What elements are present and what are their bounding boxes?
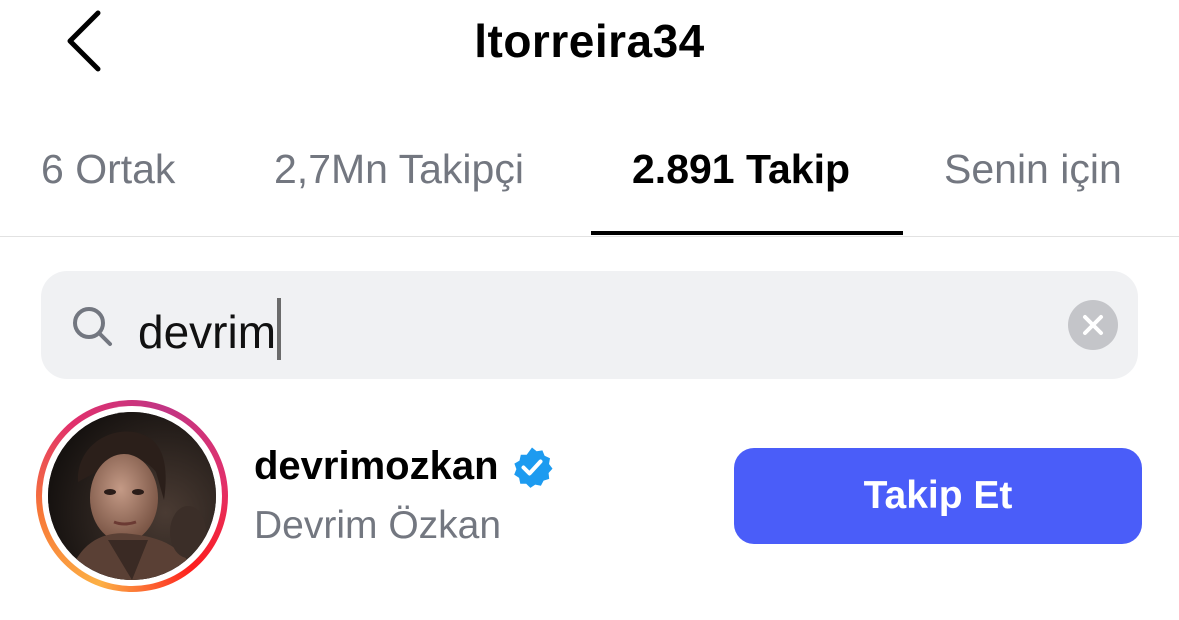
text-caret xyxy=(277,298,282,360)
page-title: ltorreira34 xyxy=(474,15,705,67)
username-link[interactable]: devrimozkan xyxy=(254,444,553,489)
tab-mutual[interactable]: 6 Ortak xyxy=(41,146,175,193)
avatar xyxy=(48,412,216,580)
header-bar: ltorreira34 xyxy=(0,0,1179,90)
close-icon xyxy=(1083,315,1103,335)
active-tab-indicator xyxy=(591,231,903,235)
user-list-item[interactable]: devrimozkan Devrim Özkan Takip Et xyxy=(0,396,1179,596)
verified-badge-icon xyxy=(513,447,553,488)
tab-following[interactable]: 2.891 Takip xyxy=(632,146,850,193)
username: devrimozkan xyxy=(254,444,499,488)
tab-followers[interactable]: 2,7Mn Takipçi xyxy=(274,146,524,193)
clear-search-button[interactable] xyxy=(1068,300,1118,350)
full-name: Devrim Özkan xyxy=(254,504,502,547)
tab-for-you[interactable]: Senin için xyxy=(944,146,1122,193)
search-bar[interactable]: devrim xyxy=(41,271,1138,379)
story-ring[interactable] xyxy=(36,400,228,592)
tab-bar: 6 Ortak 2,7Mn Takipçi 2.891 Takip Senin … xyxy=(0,128,1179,237)
search-icon xyxy=(73,307,112,346)
avatar-photo xyxy=(48,412,216,580)
follow-button[interactable]: Takip Et xyxy=(734,448,1142,544)
search-query-text: devrim xyxy=(138,306,277,358)
search-input[interactable]: devrim xyxy=(138,298,282,360)
